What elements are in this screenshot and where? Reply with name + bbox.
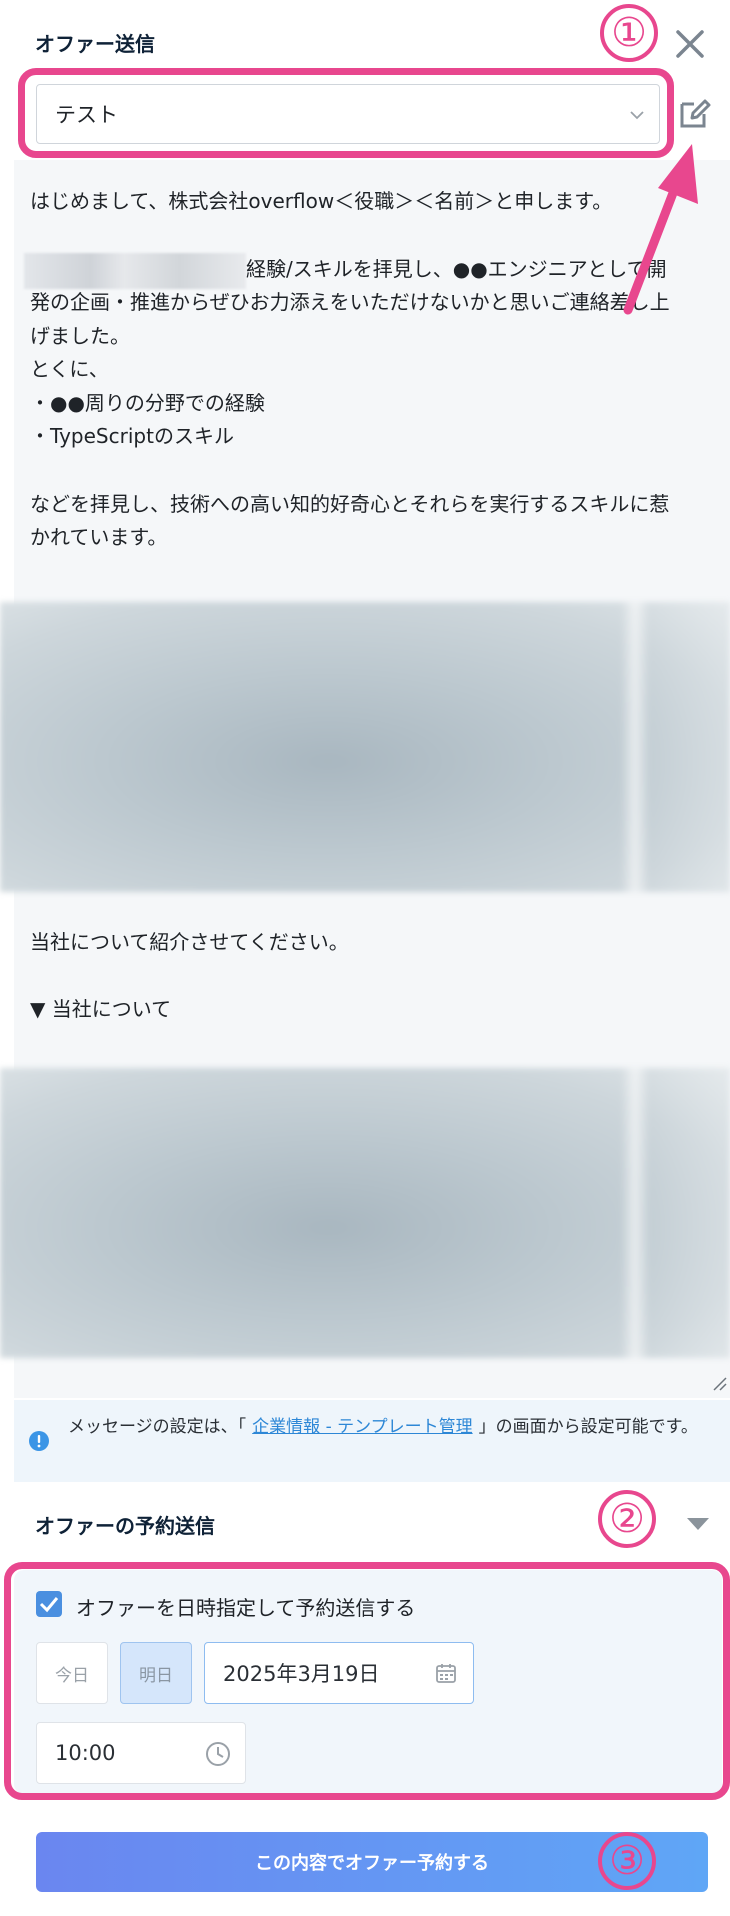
close-icon[interactable] — [672, 26, 708, 62]
annotation-number-1: ① — [600, 4, 658, 62]
notice-prefix: メッセージの設定は、「 — [68, 1417, 247, 1437]
annotation-highlight-1 — [18, 68, 674, 158]
message-body-text: 発の企画・推進からぜひお力添えをいただけないかと思いご連絡差し上 げました。 と… — [30, 290, 670, 550]
annotation-arrow — [623, 144, 698, 315]
notice-suffix: 」の画面から設定可能です。 — [478, 1417, 698, 1437]
info-notice — [14, 1400, 730, 1482]
edit-icon[interactable] — [678, 96, 712, 130]
caret-down-icon[interactable] — [686, 1516, 710, 1532]
annotation-highlight-2 — [4, 1562, 730, 1800]
resize-handle-icon[interactable] — [712, 1376, 728, 1392]
notice-text: メッセージの設定は、「 企業情報 - テンプレート管理 」の画面から設定可能です。 — [68, 1414, 722, 1441]
schedule-section-title[interactable]: オファーの予約送信 — [35, 1510, 215, 1539]
page-title: オファー送信 — [35, 32, 155, 56]
blurred-image — [0, 1068, 730, 1358]
message-company-intro: 当社について紹介させてください。 ▼ 当社について — [30, 930, 349, 1022]
template-management-link[interactable]: 企業情報 - テンプレート管理 — [252, 1417, 472, 1437]
blurred-image — [0, 602, 730, 892]
annotation-number-2: ② — [598, 1490, 656, 1548]
annotation-number-3: ③ — [598, 1832, 656, 1890]
redacted-name — [24, 253, 246, 289]
info-icon — [29, 1431, 49, 1451]
